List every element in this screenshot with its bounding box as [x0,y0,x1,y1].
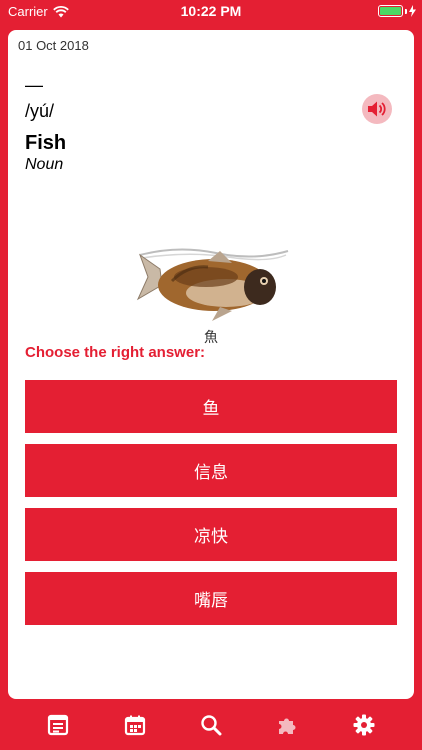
speaker-button[interactable] [362,94,392,124]
tab-flashcards[interactable] [40,707,76,743]
charging-bolt-icon [409,5,416,17]
tab-calendar[interactable] [117,707,153,743]
speaker-icon [368,101,386,117]
tab-search[interactable] [193,707,229,743]
flashcard: 01 Oct 2018 — /yú/ Fish Noun 魚 Choose th… [8,30,414,699]
fish-image [136,248,289,321]
tab-bar [0,700,422,750]
battery-icon [378,5,416,17]
answer-button[interactable]: 嘴唇 [25,572,397,625]
answer-button[interactable]: 信息 [25,444,397,497]
calendar-icon [124,715,145,736]
answer-list: 鱼 信息 凉快 嘴唇 [25,380,397,636]
part-of-speech: Noun [25,156,64,173]
gear-icon [353,714,375,736]
battery-fill [380,7,401,15]
quiz-prompt: Choose the right answer: [25,344,206,361]
hanzi-placeholder: — [25,75,43,95]
puzzle-icon [279,718,296,734]
answer-button[interactable]: 凉快 [25,508,397,561]
status-time: 10:22 PM [180,3,242,19]
word-title: Fish [25,132,67,154]
pinyin: /yú/ [25,101,55,121]
status-bar: Carrier 10:22 PM [0,0,422,22]
tab-settings[interactable] [346,707,382,743]
card-date: 01 Oct 2018 [18,38,89,53]
search-icon [201,715,222,736]
tab-games[interactable] [269,707,305,743]
flashcard-icon [48,714,69,736]
answer-button[interactable]: 鱼 [25,380,397,433]
